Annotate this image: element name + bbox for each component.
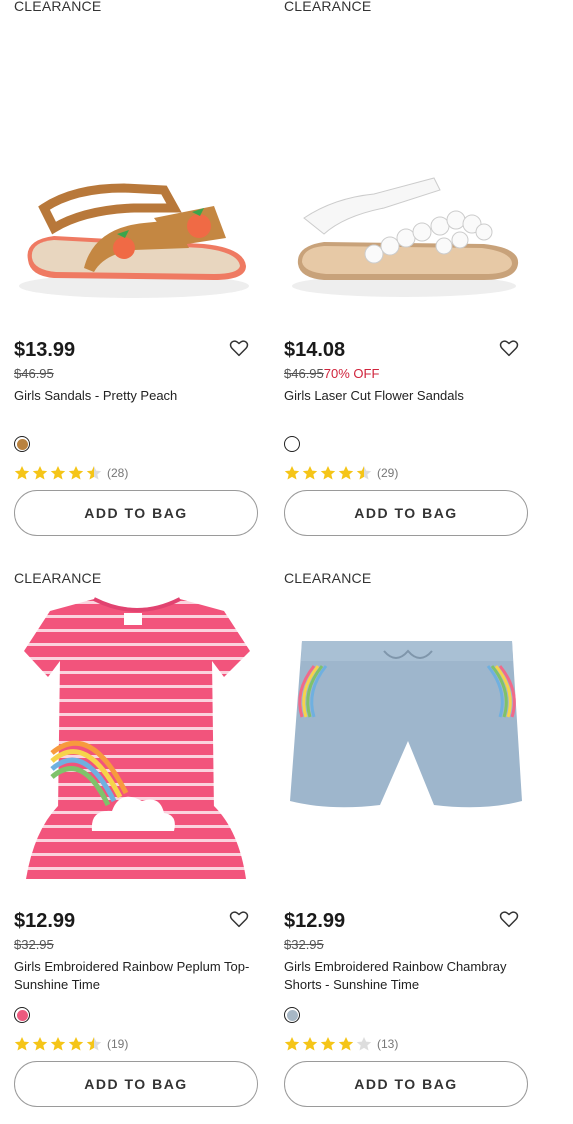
star-empty-icon [356, 1037, 372, 1051]
original-price: $32.95 [284, 937, 324, 952]
product-name-link[interactable]: Girls Laser Cut Flower Sandals [284, 387, 530, 405]
sale-price: $14.08 [284, 339, 346, 361]
add-to-bag-button[interactable]: ADD TO BAG [284, 490, 528, 536]
price-details: $32.95 [284, 937, 324, 952]
clearance-badge: CLEARANCE [14, 0, 102, 14]
price-details: $46.9570% OFF [284, 366, 379, 381]
star-half-icon [86, 1037, 102, 1051]
sale-price: $13.99 [14, 339, 76, 361]
star-full-icon [14, 466, 30, 480]
star-half-icon [86, 466, 102, 480]
review-count: (28) [107, 466, 129, 480]
star-full-icon [50, 1037, 66, 1051]
sale-price: $12.99 [14, 910, 76, 932]
review-count: (29) [377, 466, 399, 480]
star-full-icon [338, 466, 354, 480]
rating-stars[interactable]: (13) [284, 1036, 398, 1052]
color-swatch[interactable] [284, 436, 300, 452]
product-image-sandals-peach[interactable] [14, 168, 260, 308]
star-full-icon [302, 1037, 318, 1051]
add-to-bag-button[interactable]: ADD TO BAG [284, 1061, 528, 1107]
color-swatch[interactable] [14, 436, 30, 452]
product-name-link[interactable]: Girls Embroidered Rainbow Chambray Short… [284, 958, 530, 994]
star-full-icon [338, 1037, 354, 1051]
clearance-badge: CLEARANCE [284, 570, 372, 586]
star-half-icon [356, 466, 372, 480]
product-card-3[interactable]: CLEARANCE $12.99 $32.95 Girls Embroidere… [14, 570, 260, 1116]
rating-stars[interactable]: (28) [14, 465, 128, 481]
product-name-link[interactable]: Girls Embroidered Rainbow Peplum Top- Su… [14, 958, 260, 994]
star-full-icon [320, 1037, 336, 1051]
product-card-1[interactable]: CLEARANCE $13.99 $46.95 Girls Sandals - … [14, 0, 260, 545]
favorite-heart-icon[interactable] [499, 910, 519, 928]
star-full-icon [32, 1037, 48, 1051]
star-full-icon [302, 466, 318, 480]
discount-label: 70% OFF [323, 366, 380, 381]
favorite-heart-icon[interactable] [229, 910, 249, 928]
original-price: $46.95 [14, 366, 54, 381]
add-to-bag-button[interactable]: ADD TO BAG [14, 490, 258, 536]
star-full-icon [68, 466, 84, 480]
clearance-badge: CLEARANCE [14, 570, 102, 586]
product-name-link[interactable]: Girls Sandals - Pretty Peach [14, 387, 260, 405]
price-details: $46.95 [14, 366, 54, 381]
star-full-icon [68, 1037, 84, 1051]
review-count: (13) [377, 1037, 399, 1051]
add-to-bag-button[interactable]: ADD TO BAG [14, 1061, 258, 1107]
rating-stars[interactable]: (29) [284, 465, 398, 481]
product-image-chambray-shorts[interactable] [284, 621, 530, 841]
clearance-badge: CLEARANCE [284, 0, 372, 14]
original-price: $32.95 [14, 937, 54, 952]
star-full-icon [284, 466, 300, 480]
star-full-icon [284, 1037, 300, 1051]
review-count: (19) [107, 1037, 129, 1051]
original-price: $46.95 [284, 366, 324, 381]
product-card-2[interactable]: CLEARANCE $14.08 $46.9570% OFF Girls Las… [284, 0, 530, 545]
rating-stars[interactable]: (19) [14, 1036, 128, 1052]
product-card-4[interactable]: CLEARANCE $12.99 $32.95 Girls Embroidere… [284, 570, 530, 1116]
sale-price: $12.99 [284, 910, 346, 932]
color-swatch[interactable] [284, 1007, 300, 1023]
product-image-sandals-white[interactable] [284, 168, 530, 308]
star-full-icon [320, 466, 336, 480]
product-image-rainbow-top[interactable] [14, 591, 260, 891]
star-full-icon [50, 466, 66, 480]
star-full-icon [32, 466, 48, 480]
color-swatch[interactable] [14, 1007, 30, 1023]
favorite-heart-icon[interactable] [229, 339, 249, 357]
favorite-heart-icon[interactable] [499, 339, 519, 357]
price-details: $32.95 [14, 937, 54, 952]
star-full-icon [14, 1037, 30, 1051]
